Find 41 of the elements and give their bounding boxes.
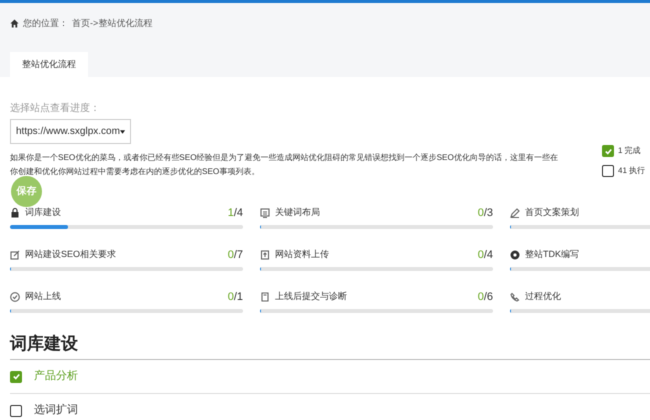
task-label: 选词扩词 bbox=[34, 402, 78, 418]
step-count: 0/3 bbox=[478, 206, 493, 221]
step-name: 网站建设SEO相关要求 bbox=[25, 248, 116, 262]
checkbox[interactable] bbox=[10, 370, 22, 382]
step-count: 1/4 bbox=[228, 206, 243, 221]
breadcrumb-label: 您的位置： bbox=[23, 17, 68, 30]
step-name: 关键词布局 bbox=[275, 206, 320, 220]
pen-icon bbox=[510, 208, 520, 218]
step-name: 整站TDK编写 bbox=[525, 248, 579, 262]
step-count: 0/1 bbox=[228, 290, 243, 305]
step-name: 网站资料上传 bbox=[275, 248, 329, 262]
section-title: 词库建设 bbox=[10, 333, 79, 355]
step-name: 首页文案策划 bbox=[525, 206, 579, 220]
intro-text: 如果你是一个SEO优化的菜鸟，或者你已经有些SEO经验但是为了避免一些造成网站优化阻碍的常见错误想找到一个逐步SEO优化向导的话，这里有一些在你创建和优化你网站过程中需要考虑在内的逐步优化的SEO事项列表。 bbox=[10, 152, 559, 178]
caret-icon bbox=[120, 130, 125, 134]
step-name: 过程优化 bbox=[525, 290, 561, 304]
phone-icon bbox=[510, 292, 520, 302]
step-count: 0/7 bbox=[228, 248, 243, 263]
checkbox[interactable] bbox=[602, 165, 614, 177]
site-select[interactable]: https://www.sxglpx.com bbox=[10, 119, 131, 144]
tab[interactable]: 整站优化流程 bbox=[10, 52, 88, 77]
task-label: 产品分析 bbox=[34, 368, 78, 384]
step-name: 词库建设 bbox=[25, 206, 61, 220]
legend-label: 41 执行 bbox=[618, 165, 646, 177]
checkbox[interactable] bbox=[10, 404, 22, 416]
select-label: 选择站点查看进度： bbox=[10, 102, 101, 116]
legend-label: 1 完成 bbox=[618, 145, 641, 157]
breadcrumb-link[interactable]: 首页->整站优化流程 bbox=[72, 17, 152, 30]
edit-icon bbox=[10, 250, 20, 260]
checkbox[interactable] bbox=[602, 145, 614, 157]
check-circle-icon bbox=[10, 292, 20, 302]
step-count: 0/4 bbox=[478, 248, 493, 263]
step-name: 上线后提交与诊断 bbox=[275, 290, 347, 304]
home-icon bbox=[10, 19, 19, 28]
step-count: 0/6 bbox=[478, 290, 493, 305]
target-icon bbox=[510, 250, 520, 260]
lock-icon bbox=[10, 208, 20, 218]
frame-icon bbox=[260, 208, 270, 218]
upload-icon bbox=[260, 250, 270, 260]
step-name: 网站上线 bbox=[25, 290, 61, 304]
document-icon bbox=[260, 292, 270, 302]
